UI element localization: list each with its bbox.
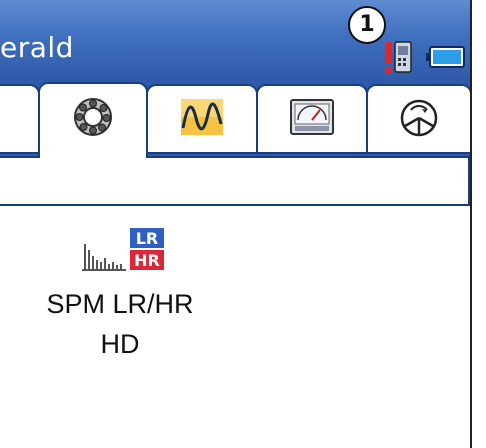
speed-dial-icon bbox=[400, 99, 438, 137]
tab-bearing[interactable] bbox=[38, 82, 148, 158]
bearing-icon bbox=[74, 98, 112, 136]
tab-speed-dial[interactable] bbox=[366, 84, 472, 154]
item-label: SPM LR/HR HD bbox=[10, 284, 230, 364]
waveform-icon bbox=[181, 99, 223, 135]
window-edge bbox=[470, 0, 486, 448]
signal-warning-icon[interactable] bbox=[385, 40, 419, 76]
tab-gauge[interactable] bbox=[256, 84, 368, 154]
tab-partial[interactable] bbox=[0, 84, 40, 154]
spm-lr-hr-icon: LR HR bbox=[82, 228, 164, 271]
item-label-line1: SPM LR/HR bbox=[46, 289, 194, 319]
hr-badge-text: HR bbox=[134, 251, 160, 270]
filter-bar[interactable] bbox=[0, 158, 470, 206]
tab-strip bbox=[0, 82, 472, 158]
battery-icon[interactable] bbox=[426, 44, 466, 70]
lr-badge-text: LR bbox=[136, 229, 159, 248]
callout-badge: 1 bbox=[348, 6, 386, 44]
tab-waveform[interactable] bbox=[146, 84, 258, 154]
window-title: erald bbox=[0, 31, 74, 64]
item-label-line2: HD bbox=[100, 329, 140, 359]
gauge-icon bbox=[290, 99, 334, 135]
